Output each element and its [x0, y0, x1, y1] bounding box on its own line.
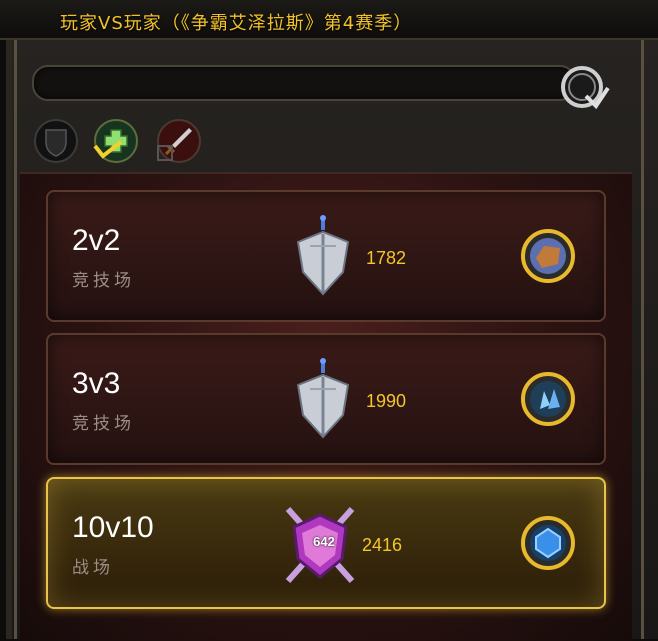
emblem-rank-number: 642 — [313, 534, 335, 549]
bracket-mode: 3v3 — [72, 367, 121, 400]
frame-border-left — [14, 40, 17, 639]
bracket-type: 竞技场 — [72, 271, 135, 291]
tank-role-filter[interactable] — [33, 118, 79, 164]
search-box[interactable] — [32, 65, 576, 101]
dps-role-filter[interactable] — [156, 118, 202, 164]
reward-chest-icon[interactable] — [520, 228, 576, 284]
search-input[interactable] — [48, 71, 552, 95]
reward-gem-icon[interactable] — [520, 515, 576, 571]
window-title: 玩家VS玩家（《争霸艾泽拉斯》第4赛季） — [60, 13, 413, 34]
search-icon[interactable] — [556, 62, 610, 112]
bracket-row-10v10[interactable]: 10v10 战场 642 2416 — [46, 477, 606, 609]
arena-sword-emblem-icon — [296, 358, 350, 439]
rating-value: 1782 — [366, 248, 407, 268]
bracket-row-3v3[interactable]: 3v3 竞技场 1990 — [46, 333, 606, 465]
bracket-type: 竞技场 — [72, 414, 135, 434]
frame-border-right — [641, 40, 644, 639]
bracket-type: 战场 — [72, 558, 114, 578]
title-bar: 玩家VS玩家（《争霸艾泽拉斯》第4赛季） — [0, 0, 658, 40]
rating-value: 2416 — [362, 535, 403, 555]
arena-sword-emblem-icon — [296, 215, 350, 296]
reward-crystals-icon[interactable] — [520, 371, 576, 427]
bracket-mode: 10v10 — [72, 511, 154, 544]
rating-value: 1990 — [366, 391, 407, 411]
bracket-mode: 2v2 — [72, 224, 121, 257]
shield-icon — [45, 129, 67, 157]
healer-role-filter[interactable] — [93, 118, 139, 164]
bracket-row-2v2[interactable]: 2v2 竞技场 1782 — [46, 190, 606, 322]
